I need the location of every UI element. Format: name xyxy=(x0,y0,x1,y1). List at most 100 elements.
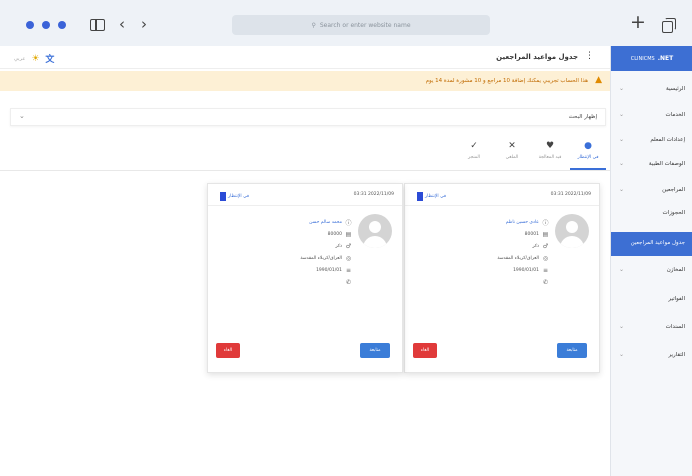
patient-name[interactable]: محمد سالم حسن xyxy=(309,220,342,225)
phone-icon: ✆ xyxy=(345,278,352,286)
patient-info: محمد سالم حسن ⓘ 80000 ▤ ذكر ♂ العراق/كرب… xyxy=(252,216,352,288)
patient-id: 80000 xyxy=(327,231,342,237)
app-window: عربي ☀ 文 جدول مواعيد المراجعين ⋮ ▲ هذا ا… xyxy=(0,46,692,476)
search-icon: ⚲ xyxy=(311,21,316,29)
forward-icon[interactable]: › xyxy=(141,14,147,34)
tab-label: الملغي xyxy=(505,155,519,160)
sidebar-item-label: التقارير xyxy=(668,352,685,358)
birthdate-row: 1990/01/01 ≡ xyxy=(449,264,549,276)
sidebar-item-vouchers[interactable]: السندات ⌄ xyxy=(611,317,692,339)
tab-waiting[interactable]: ● في الإنتظار xyxy=(570,140,606,170)
sidebar-item-label: الوصفات الطبية xyxy=(648,161,685,167)
tab-cancelled[interactable]: ✕ الملغي xyxy=(494,140,530,168)
appointment-card: في الإنتظار 03:31 2022/11/09 محمد سالم ح… xyxy=(207,183,403,373)
status-badge: في الإنتظار xyxy=(220,192,249,201)
appointment-date: 03:31 2022/11/09 xyxy=(550,192,591,197)
translate-icon[interactable]: 文 xyxy=(45,52,54,65)
sidebar-item-label: الرئيسية xyxy=(666,86,685,92)
chevron-down-icon: ⌄ xyxy=(619,266,625,273)
window-minimize-dot[interactable] xyxy=(42,21,50,29)
user-icon: ⓘ xyxy=(542,219,549,227)
id-card-icon: ▤ xyxy=(542,230,549,238)
id-card-icon: ▤ xyxy=(345,230,352,238)
gender-icon: ♂ xyxy=(345,242,352,250)
sidebar-toggle-icon[interactable] xyxy=(90,19,105,31)
tab-completed[interactable]: ✓ المنجز xyxy=(456,140,492,168)
status-text: في الإنتظار xyxy=(425,194,446,199)
status-badge: في الإنتظار xyxy=(417,192,446,201)
tab-processing[interactable]: ♥ قيد المعالجة xyxy=(532,140,568,168)
patient-gender: ذكر xyxy=(532,243,539,249)
chevron-down-icon: ⌄ xyxy=(619,111,625,118)
check-icon: ✓ xyxy=(470,141,478,151)
trial-alert: ▲ هذا الحساب تجريبي يمكنك إضافة 10 مراجع… xyxy=(0,71,610,91)
page-title: جدول مواعيد المراجعين xyxy=(496,53,578,61)
new-tab-icon[interactable]: + xyxy=(630,12,646,32)
status-tabs: ● في الإنتظار ♥ قيد المعالجة ✕ الملغي ✓ … xyxy=(450,140,606,170)
phone-icon: ✆ xyxy=(542,278,549,286)
sidebar-item-reports[interactable]: التقارير ⌄ xyxy=(611,345,692,367)
patient-name[interactable]: عادي حسين ناظم xyxy=(506,220,539,225)
phone-row: ✆ xyxy=(252,276,352,288)
gender-row: ذكر ♂ xyxy=(449,240,549,252)
gender-icon: ♂ xyxy=(542,242,549,250)
heart-icon: ♥ xyxy=(545,141,555,151)
patient-id-row: 80001 ▤ xyxy=(449,228,549,240)
address-bar[interactable]: ⚲ Search or enter website name xyxy=(232,15,490,35)
sidebar-item-label: الخدمات xyxy=(665,112,685,118)
cancel-button[interactable]: الغاء xyxy=(413,343,437,358)
patient-name-row[interactable]: عادي حسين ناظم ⓘ xyxy=(449,216,549,228)
phone-row: ✆ xyxy=(449,276,549,288)
sidebar-item-label: الفواتير xyxy=(668,296,685,302)
status-marker xyxy=(417,192,423,201)
sidebar: CLINICMS .NET الرئيسية ⌄ الخدمات ⌄ إعداد… xyxy=(610,46,692,476)
location-icon: ◎ xyxy=(542,254,549,262)
more-options-icon[interactable]: ⋮ xyxy=(585,51,594,61)
status-text: في الإنتظار xyxy=(228,194,249,199)
address-row: العراق/كربلاء المقدسة ◎ xyxy=(252,252,352,264)
theme-icon[interactable]: ☀ xyxy=(31,54,39,64)
chevron-down-icon: ⌄ xyxy=(619,186,625,193)
window-close-dot[interactable] xyxy=(26,21,34,29)
sidebar-item-label: الحجوزات xyxy=(662,210,685,216)
sidebar-item-settings[interactable]: إعدادات المعلم ⌄ xyxy=(611,130,692,152)
sidebar-item-label: المخازن xyxy=(666,267,685,273)
brand-logo[interactable]: CLINICMS .NET xyxy=(611,46,692,71)
tab-label: في الإنتظار xyxy=(577,155,599,160)
tab-label: قيد المعالجة xyxy=(538,155,562,160)
tabs-overview-icon[interactable] xyxy=(662,18,676,33)
sidebar-item-patients[interactable]: المراجعين ⌄ xyxy=(611,180,692,202)
sidebar-item-services[interactable]: الخدمات ⌄ xyxy=(611,105,692,127)
patient-id-row: 80000 ▤ xyxy=(252,228,352,240)
warning-icon: ▲ xyxy=(595,75,602,85)
sidebar-item-prescriptions[interactable]: الوصفات الطبية ⌄ xyxy=(611,154,692,176)
patient-birthdate: 1990/01/01 xyxy=(316,267,342,273)
location-icon: ◎ xyxy=(345,254,352,262)
sidebar-item-label: السندات xyxy=(665,324,685,330)
tabs-divider xyxy=(0,170,610,171)
sidebar-item-invoices[interactable]: الفواتير xyxy=(611,289,692,311)
follow-up-button[interactable]: متابعة xyxy=(557,343,587,358)
patient-address: العراق/كربلاء المقدسة xyxy=(497,255,539,261)
patient-address: العراق/كربلاء المقدسة xyxy=(300,255,342,261)
cancel-button[interactable]: الغاء xyxy=(216,343,240,358)
sidebar-item-bookings[interactable]: الحجوزات xyxy=(611,203,692,225)
patient-info: عادي حسين ناظم ⓘ 80001 ▤ ذكر ♂ العراق/كر… xyxy=(449,216,549,288)
cake-icon: ≡ xyxy=(542,266,549,274)
follow-up-button[interactable]: متابعة xyxy=(360,343,390,358)
window-maximize-dot[interactable] xyxy=(58,21,66,29)
patient-name-row[interactable]: محمد سالم حسن ⓘ xyxy=(252,216,352,228)
birthdate-row: 1990/01/01 ≡ xyxy=(252,264,352,276)
brand-prefix: CLINICMS xyxy=(630,55,655,62)
gender-row: ذكر ♂ xyxy=(252,240,352,252)
sidebar-item-home[interactable]: الرئيسية ⌄ xyxy=(611,79,692,101)
back-icon[interactable]: ‹ xyxy=(119,14,125,34)
sidebar-item-appointments-schedule[interactable]: جدول مواعيد المراجعين xyxy=(611,232,692,256)
chevron-down-icon: ⌄ xyxy=(619,323,625,330)
card-header: في الإنتظار 03:31 2022/11/09 xyxy=(405,184,599,206)
search-filter-toggle[interactable]: إظهار البحث ⌄ xyxy=(10,108,606,126)
app-header: عربي ☀ 文 جدول مواعيد المراجعين ⋮ xyxy=(0,46,610,69)
sidebar-item-warehouses[interactable]: المخازن ⌄ xyxy=(611,260,692,282)
sidebar-item-label: إعدادات المعلم xyxy=(650,137,685,143)
language-switcher[interactable]: عربي ☀ 文 xyxy=(14,52,54,66)
